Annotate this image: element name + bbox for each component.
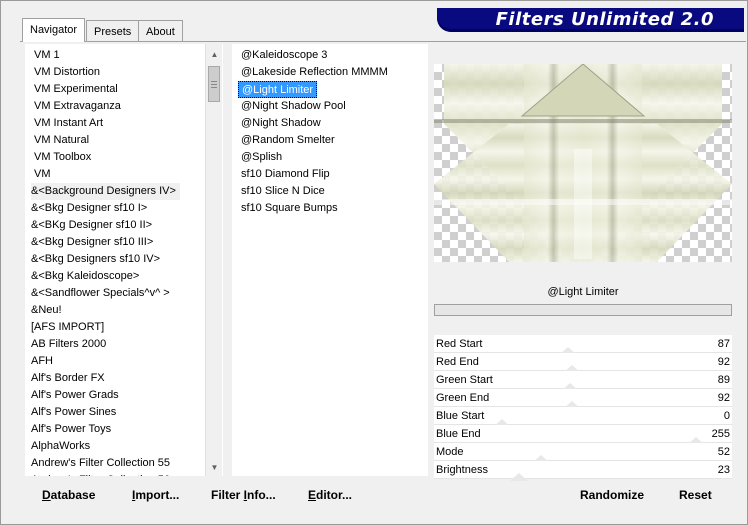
parameter-value: 92 <box>717 392 730 404</box>
category-list[interactable]: VM 1 VM Distortion VM Experimental VM Extra… <box>25 44 223 476</box>
parameter-value: 92 <box>717 356 730 368</box>
category-item[interactable]: VM Instant Art <box>34 115 107 132</box>
scroll-thumb[interactable] <box>208 66 220 102</box>
filter-item[interactable]: @Night Shadow Pool <box>238 98 349 115</box>
preview-image <box>434 64 732 262</box>
parameter-value: 0 <box>723 410 730 422</box>
editor-button[interactable]: Editor... <box>306 486 354 504</box>
slider-track[interactable] <box>502 344 696 355</box>
category-scrollbar[interactable]: ▲ ▼ <box>205 44 222 476</box>
filter-item[interactable]: @Light Limiter <box>238 81 318 98</box>
tab-navigator[interactable]: Navigator <box>22 18 86 42</box>
parameter-value: 89 <box>717 374 730 386</box>
parameter-slider[interactable]: Blue End 255 <box>434 425 732 445</box>
category-item[interactable]: Alf's Power Sines <box>31 404 120 421</box>
category-item[interactable]: Alf's Power Grads <box>31 387 123 404</box>
category-item[interactable]: VM Extravaganza <box>34 98 125 115</box>
tab-presets[interactable]: Presets <box>86 20 140 41</box>
app-title-banner: Filters Unlimited 2.0 <box>437 8 744 32</box>
filter-item[interactable]: sf10 Slice N Dice <box>238 183 328 200</box>
slider-thumb-icon[interactable] <box>510 473 529 481</box>
reset-button[interactable]: Reset <box>677 486 714 504</box>
filter-item[interactable]: @Splish <box>238 149 285 166</box>
filter-item[interactable]: @Kaleidoscope 3 <box>238 47 330 64</box>
slider-track[interactable] <box>502 470 696 481</box>
filter-item[interactable]: @Night Shadow <box>238 115 324 132</box>
parameter-label: Brightness <box>436 464 488 476</box>
parameter-label: Blue Start <box>436 410 485 422</box>
parameter-label: Red End <box>436 356 479 368</box>
category-item[interactable]: VM Natural <box>34 132 93 149</box>
filter-item[interactable]: sf10 Square Bumps <box>238 200 341 217</box>
parameter-slider[interactable]: Red Start 87 <box>434 335 732 355</box>
slider-track[interactable] <box>502 362 696 373</box>
parameter-label: Green End <box>436 392 490 404</box>
category-item[interactable]: [AFS IMPORT] <box>31 319 108 336</box>
category-item[interactable]: &<Background Designers IV> <box>31 183 180 200</box>
database-button[interactable]: Database <box>40 486 97 504</box>
filter-list[interactable]: @Kaleidoscope 3 @Lakeside Reflection MMMM… <box>232 44 428 476</box>
slider-track[interactable] <box>502 452 696 463</box>
parameter-label: Green Start <box>436 374 493 386</box>
category-item[interactable]: AFH <box>31 353 57 370</box>
tab-strip-divider <box>20 41 746 42</box>
scroll-down-arrow-icon[interactable]: ▼ <box>206 459 223 476</box>
category-item[interactable]: Andrew's Filter Collection 56 <box>31 472 174 476</box>
category-item[interactable]: Alf's Border FX <box>31 370 109 387</box>
parameter-slider[interactable]: Green End 92 <box>434 389 732 409</box>
category-item[interactable]: VM Distortion <box>34 64 104 81</box>
filter-info-button[interactable]: Filter Info... <box>209 486 278 504</box>
parameter-label: Blue End <box>436 428 481 440</box>
category-item[interactable]: &Neu! <box>31 302 66 319</box>
slider-track[interactable] <box>502 380 696 391</box>
import-button[interactable]: Import... <box>130 486 181 504</box>
scroll-up-arrow-icon[interactable]: ▲ <box>206 46 223 63</box>
preview-render <box>434 64 732 262</box>
category-item[interactable]: AB Filters 2000 <box>31 336 110 353</box>
progress-bar <box>434 304 732 316</box>
category-item[interactable]: Alf's Power Toys <box>31 421 115 438</box>
category-item[interactable]: &<Bkg Designer sf10 III> <box>31 234 157 251</box>
parameter-label: Mode <box>436 446 464 458</box>
filter-item[interactable]: @Random Smelter <box>238 132 338 149</box>
category-item[interactable]: VM <box>34 166 55 183</box>
parameter-slider[interactable]: Red End 92 <box>434 353 732 373</box>
parameter-value: 255 <box>711 428 730 440</box>
randomize-button[interactable]: Randomize <box>578 486 646 504</box>
parameter-value: 23 <box>717 464 730 476</box>
parameter-value: 52 <box>717 446 730 458</box>
parameter-value: 87 <box>717 338 730 350</box>
parameter-slider[interactable]: Green Start 89 <box>434 371 732 391</box>
category-item[interactable]: AlphaWorks <box>31 438 94 455</box>
slider-track[interactable] <box>502 434 705 445</box>
parameter-slider[interactable]: Mode 52 <box>434 443 732 463</box>
parameter-label: Red Start <box>436 338 483 350</box>
tab-about[interactable]: About <box>138 20 183 41</box>
category-item[interactable]: VM 1 <box>34 47 64 64</box>
slider-track[interactable] <box>502 398 696 409</box>
category-item[interactable]: &<Bkg Kaleidoscope> <box>31 268 143 285</box>
category-item[interactable]: VM Experimental <box>34 81 122 98</box>
category-item[interactable]: &<BKg Designer sf10 II> <box>31 217 156 234</box>
parameter-slider[interactable]: Blue Start 0 <box>434 407 732 427</box>
category-item[interactable]: &<Bkg Designers sf10 IV> <box>31 251 164 268</box>
current-filter-name: @Light Limiter <box>547 286 619 298</box>
category-item[interactable]: VM Toolbox <box>34 149 95 166</box>
filter-item[interactable]: sf10 Diamond Flip <box>238 166 333 183</box>
category-item[interactable]: Andrew's Filter Collection 55 <box>31 455 174 472</box>
filter-item[interactable]: @Lakeside Reflection MMMM <box>238 64 391 81</box>
category-item[interactable]: &<Bkg Designer sf10 I> <box>31 200 151 217</box>
slider-track[interactable] <box>493 416 696 427</box>
parameter-slider[interactable]: Brightness 23 <box>434 461 732 481</box>
category-item[interactable]: &<Sandflower Specials^v^ > <box>31 285 174 302</box>
